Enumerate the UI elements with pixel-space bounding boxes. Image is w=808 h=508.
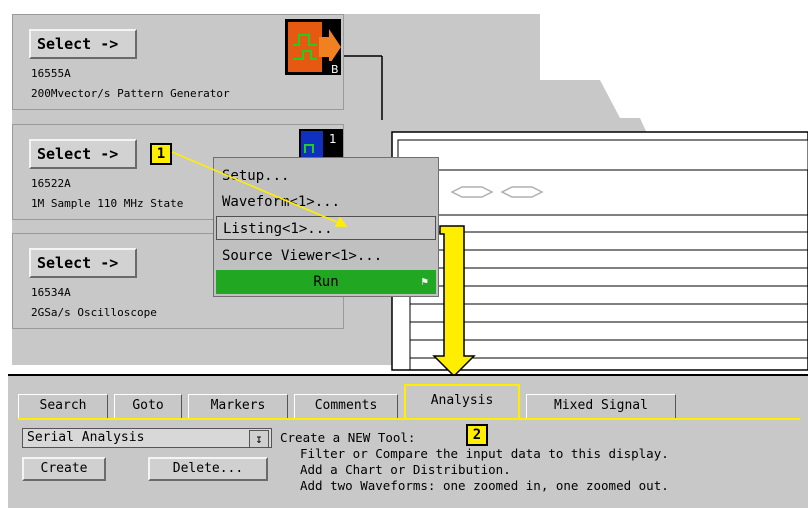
tab-mixed-signal[interactable]: Mixed Signal — [526, 394, 676, 418]
analysis-panel: Search Goto Markers Comments Analysis Mi… — [8, 374, 808, 508]
help-line-1: Create a NEW Tool: — [280, 430, 416, 445]
tab-goto[interactable]: Goto — [114, 394, 182, 418]
tab-underline — [18, 418, 800, 420]
tool-type-dropdown[interactable]: Serial Analysis ↧ — [22, 428, 272, 448]
create-button[interactable]: Create — [22, 457, 106, 481]
help-line-2: Filter or Compare the input data to this… — [300, 446, 669, 461]
tab-search[interactable]: Search — [18, 394, 108, 418]
dropdown-arrow-icon[interactable]: ↧ — [249, 430, 269, 448]
delete-button[interactable]: Delete... — [148, 457, 268, 481]
help-line-4: Add two Waveforms: one zoomed in, one zo… — [300, 478, 669, 493]
tab-comments[interactable]: Comments — [294, 394, 398, 418]
help-line-3: Add a Chart or Distribution. — [300, 462, 511, 477]
tab-analysis[interactable]: Analysis — [404, 384, 520, 418]
callout-2: 2 — [466, 424, 488, 446]
dropdown-value: Serial Analysis — [27, 430, 145, 445]
big-yellow-arrow — [432, 225, 476, 378]
tab-markers[interactable]: Markers — [188, 394, 288, 418]
